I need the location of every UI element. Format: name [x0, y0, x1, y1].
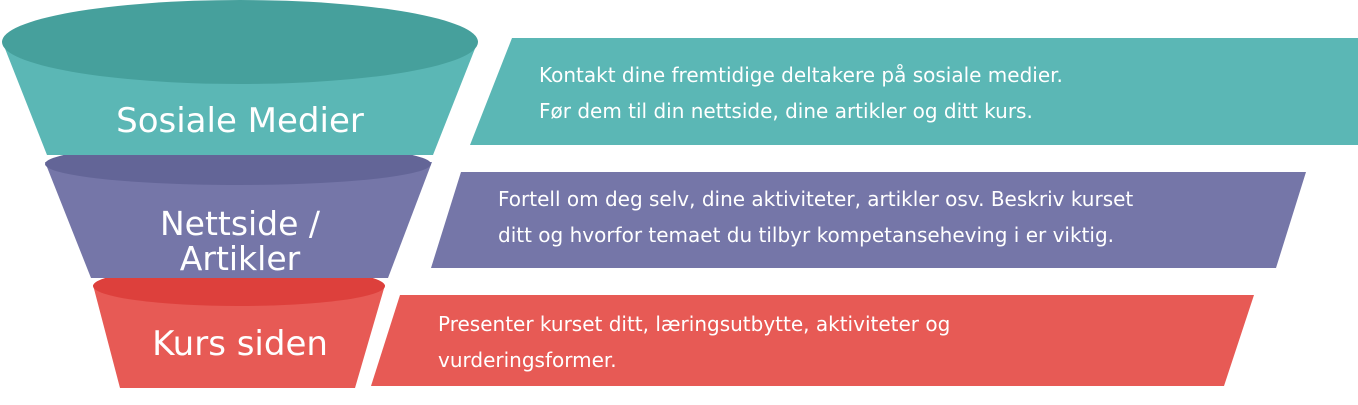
description-line: Fortell om deg selv, dine aktiviteter, a…	[498, 187, 1134, 211]
funnel-label-nettside-artikler: Nettside / Artikler	[90, 204, 390, 278]
description-line: ditt og hvorfor temaet du tilbyr kompeta…	[498, 223, 1115, 247]
description-line: Presenter kurset ditt, læringsutbytte, a…	[438, 312, 951, 336]
description-line: Før dem til din nettside, dine artikler …	[539, 99, 1033, 123]
funnel-label-sosiale-medier: Sosiale Medier	[60, 101, 420, 141]
funnel-label-line-1: Nettside /	[159, 204, 321, 243]
description-text-3: Presenter kurset ditt, læringsutbytte, a…	[438, 306, 950, 378]
description-line: Kontakt dine fremtidige deltakere på sos…	[539, 63, 1063, 87]
funnel-diagram: Sosiale Medier Nettside / Artikler Kurs …	[0, 0, 1358, 405]
funnel-label-text: Sosiale Medier	[116, 101, 364, 141]
funnel-label-line-2: Artikler	[179, 238, 301, 278]
description-text-1: Kontakt dine fremtidige deltakere på sos…	[539, 57, 1063, 129]
description-text-2: Fortell om deg selv, dine aktiviteter, a…	[498, 181, 1133, 253]
funnel-label-kurs-siden: Kurs siden	[110, 324, 370, 364]
funnel-stage-1-rim	[2, 0, 478, 84]
funnel-label-text: Kurs siden	[152, 324, 328, 364]
description-line: vurderingsformer.	[438, 348, 617, 372]
